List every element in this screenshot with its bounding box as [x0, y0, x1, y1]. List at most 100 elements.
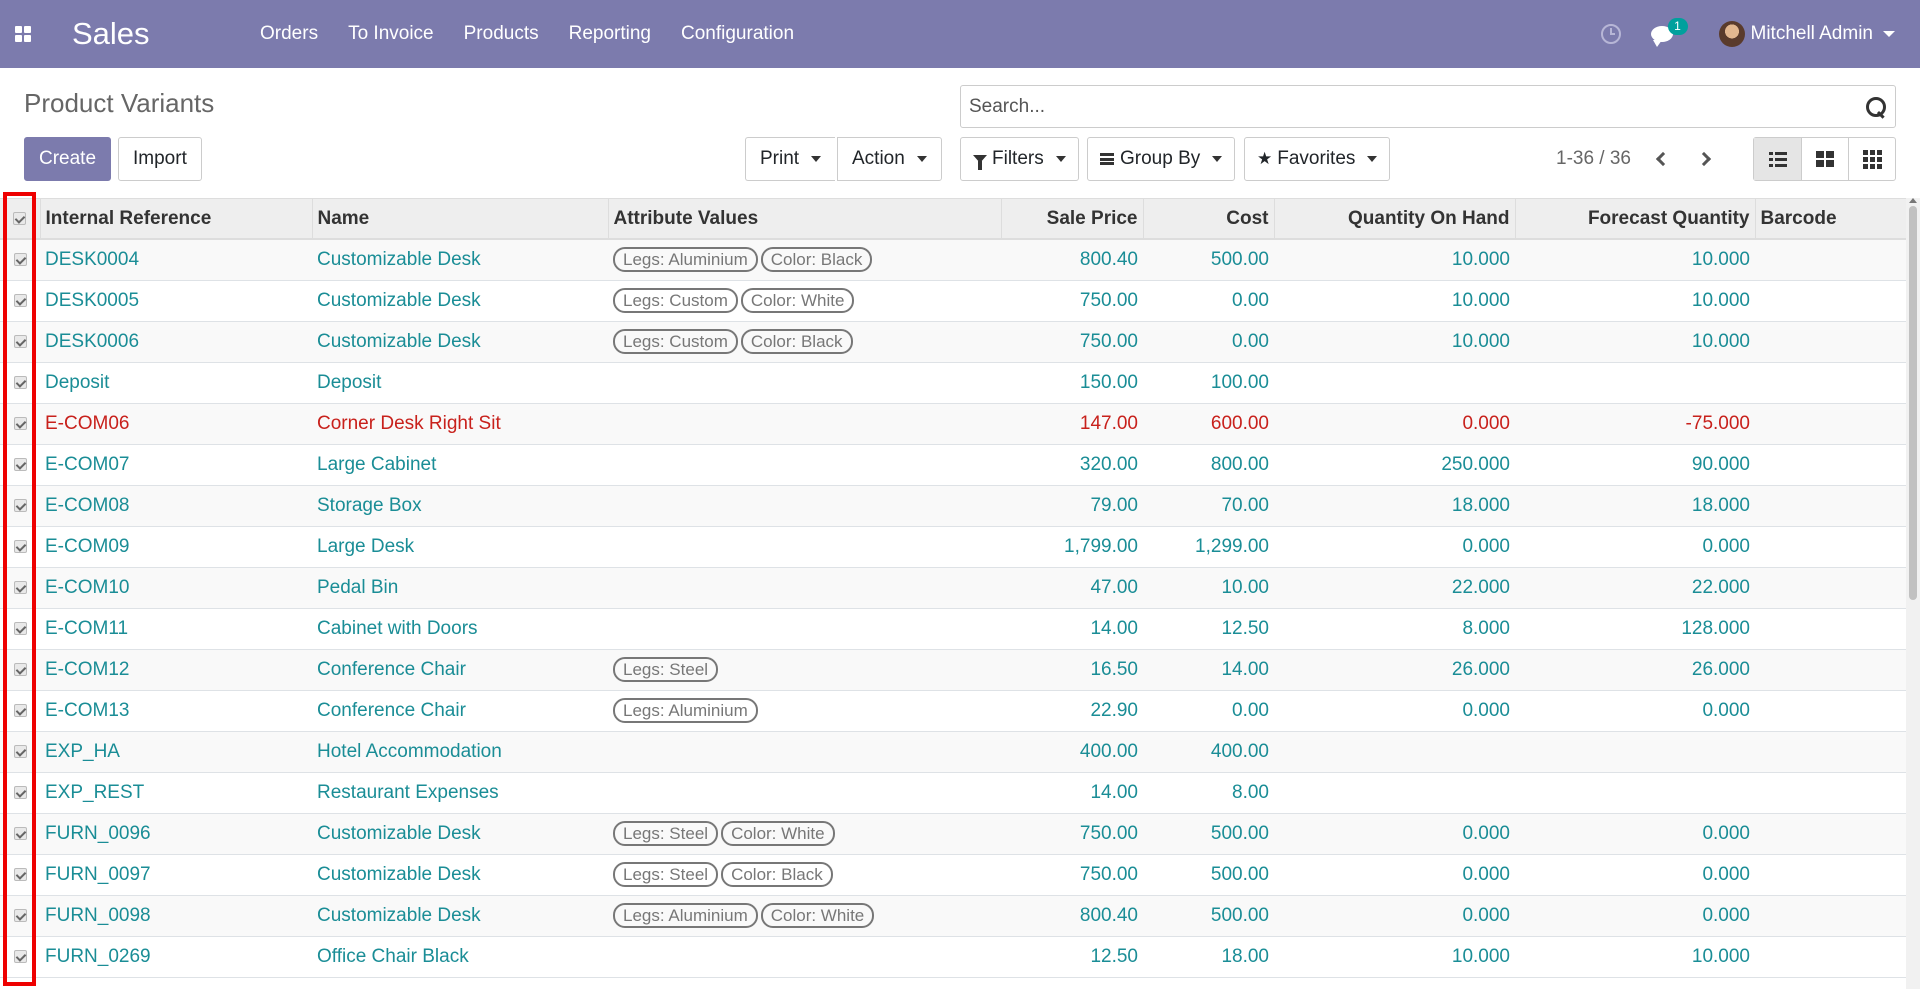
row-checkbox[interactable]	[0, 854, 40, 896]
column-header-forecast-quantity[interactable]: Forecast Quantity	[1514, 199, 1755, 240]
column-header-name[interactable]: Name	[311, 199, 608, 240]
apps-menu-icon[interactable]	[0, 0, 46, 68]
row-checkbox[interactable]	[0, 526, 40, 568]
row-checkbox[interactable]	[0, 608, 40, 650]
cell-quantity-on-hand: 0.000	[1274, 895, 1515, 937]
checkbox-checked-icon	[13, 949, 27, 963]
table-row[interactable]: E-COM13 Conference Chair Legs: Aluminium 22…	[0, 690, 1906, 732]
cell-quantity-on-hand	[1274, 772, 1515, 814]
table-row[interactable]: E-COM10 Pedal Bin 47.00 10.00 22.000 22.000	[0, 567, 1906, 609]
row-checkbox[interactable]	[0, 239, 40, 281]
search-icon[interactable]	[1865, 96, 1887, 118]
scroll-up-arrow-icon[interactable]	[1909, 198, 1917, 203]
cell-quantity-on-hand: 0.000	[1274, 526, 1515, 568]
menu-orders[interactable]: Orders	[260, 23, 318, 45]
table-row[interactable]: FURN_0098 Customizable Desk Legs: Aluminiu…	[0, 895, 1906, 937]
cell-barcode	[1755, 690, 1906, 732]
table-row[interactable]: E-COM12 Conference Chair Legs: Steel 16.50 1…	[0, 649, 1906, 691]
row-checkbox[interactable]	[0, 485, 40, 527]
group-by-dropdown[interactable]: Group By	[1087, 137, 1236, 181]
checkbox-checked-icon	[13, 744, 27, 758]
chevron-down-icon	[1367, 156, 1378, 162]
cell-name: Deposit	[312, 362, 608, 404]
row-checkbox[interactable]	[0, 567, 40, 609]
row-checkbox[interactable]	[0, 444, 40, 486]
grid-view-button[interactable]	[1848, 138, 1895, 180]
action-dropdown[interactable]: Action	[837, 137, 942, 181]
row-checkbox[interactable]	[0, 362, 40, 404]
cell-name: Customizable Desk	[312, 239, 608, 281]
table-row[interactable]: E-COM11 Cabinet with Doors 14.00 12.50 8.000…	[0, 608, 1906, 650]
menu-configuration[interactable]: Configuration	[681, 23, 794, 45]
import-button[interactable]: Import	[118, 137, 202, 181]
table-row[interactable]: E-COM08 Storage Box 79.00 70.00 18.000 18.000	[0, 485, 1906, 527]
vertical-scrollbar[interactable]	[1906, 198, 1920, 989]
row-checkbox[interactable]	[0, 690, 40, 732]
column-header-attribute-values[interactable]: Attribute Values	[607, 199, 1001, 240]
list-view-button[interactable]	[1754, 138, 1801, 180]
column-header-cost[interactable]: Cost	[1142, 199, 1274, 240]
user-menu-caret-icon[interactable]	[1883, 31, 1895, 37]
row-checkbox[interactable]	[0, 649, 40, 691]
user-avatar[interactable]	[1718, 21, 1745, 47]
column-header-quantity-on-hand[interactable]: Quantity On Hand	[1273, 199, 1515, 240]
pager-previous-button[interactable]	[1653, 148, 1673, 170]
cell-quantity-on-hand: 0.000	[1274, 813, 1515, 855]
table-row[interactable]: E-COM07 Large Cabinet 320.00 800.00 250.000 9…	[0, 444, 1906, 486]
checkbox-checked-icon	[13, 375, 27, 389]
column-header-sale-price[interactable]: Sale Price	[1000, 199, 1143, 240]
cell-barcode	[1755, 403, 1906, 445]
menu-reporting[interactable]: Reporting	[569, 23, 651, 45]
table-row[interactable]: EXP_REST Restaurant Expenses 14.00 8.00	[0, 772, 1906, 814]
cell-quantity-on-hand: 8.000	[1274, 608, 1515, 650]
row-checkbox[interactable]	[0, 772, 40, 814]
row-checkbox[interactable]	[0, 403, 40, 445]
menu-to-invoice[interactable]: To Invoice	[348, 23, 434, 45]
table-row[interactable]: DESK0006 Customizable Desk Legs: Custom Col…	[0, 321, 1906, 363]
row-checkbox[interactable]	[0, 895, 40, 937]
favorites-dropdown[interactable]: ★ Favorites	[1244, 137, 1391, 181]
pager-next-button[interactable]	[1694, 148, 1714, 170]
table-row[interactable]: E-COM06 Corner Desk Right Sit 147.00 600.00…	[0, 403, 1906, 445]
user-menu-name[interactable]: Mitchell Admin	[1751, 23, 1874, 45]
table-row[interactable]: FURN_0269 Office Chair Black 12.50 18.00 10.…	[0, 936, 1906, 978]
row-checkbox[interactable]	[0, 280, 40, 322]
scrollbar-thumb[interactable]	[1909, 206, 1917, 600]
column-header-internal-reference[interactable]: Internal Reference	[39, 199, 312, 240]
create-button[interactable]: Create	[24, 137, 112, 181]
table-row[interactable]: EXP_HA Hotel Accommodation 400.00 400.00	[0, 731, 1906, 773]
product-variants-table: Internal Reference Name Attribute Values…	[0, 199, 1906, 978]
kanban-view-button[interactable]	[1801, 138, 1848, 180]
row-checkbox[interactable]	[0, 936, 40, 978]
row-checkbox[interactable]	[0, 321, 40, 363]
table-row[interactable]: DESK0004 Customizable Desk Legs: Aluminium…	[0, 239, 1906, 281]
table-row[interactable]: E-COM09 Large Desk 1,799.00 1,299.00 0.000 0.…	[0, 526, 1906, 568]
table-row[interactable]: FURN_0097 Customizable Desk Legs: Steel Col…	[0, 854, 1906, 896]
cell-attribute-values: Legs: Steel Color: White	[608, 813, 1001, 855]
cell-attribute-values	[608, 526, 1001, 568]
menu-products[interactable]: Products	[464, 23, 539, 45]
cell-internal-reference: Deposit	[40, 362, 312, 404]
cell-sale-price: 750.00	[1001, 321, 1143, 363]
table-row[interactable]: DESK0005 Customizable Desk Legs: Custom Col…	[0, 280, 1906, 322]
checkbox-checked-icon	[13, 457, 27, 471]
cell-name: Large Desk	[312, 526, 608, 568]
table-row[interactable]: Deposit Deposit 150.00 100.00	[0, 362, 1906, 404]
table-row[interactable]: FURN_0096 Customizable Desk Legs: Steel Col…	[0, 813, 1906, 855]
activity-clock-icon[interactable]	[1600, 24, 1621, 44]
cell-barcode	[1755, 485, 1906, 527]
app-brand[interactable]: Sales	[72, 16, 212, 52]
cell-sale-price: 14.00	[1001, 772, 1143, 814]
filters-dropdown[interactable]: Filters	[960, 137, 1079, 181]
attribute-tag: Color: Black	[760, 247, 873, 273]
select-all-checkbox[interactable]	[0, 199, 40, 240]
search-input[interactable]	[961, 86, 1865, 127]
column-header-barcode[interactable]: Barcode	[1754, 199, 1906, 240]
cell-forecast-quantity: 10.000	[1515, 321, 1755, 363]
messaging-button[interactable]: 1	[1650, 18, 1688, 47]
print-dropdown[interactable]: Print	[745, 137, 836, 181]
row-checkbox[interactable]	[0, 731, 40, 773]
row-checkbox[interactable]	[0, 813, 40, 855]
pager-value[interactable]: 1-36 / 36	[1556, 148, 1631, 170]
cell-barcode	[1755, 362, 1906, 404]
